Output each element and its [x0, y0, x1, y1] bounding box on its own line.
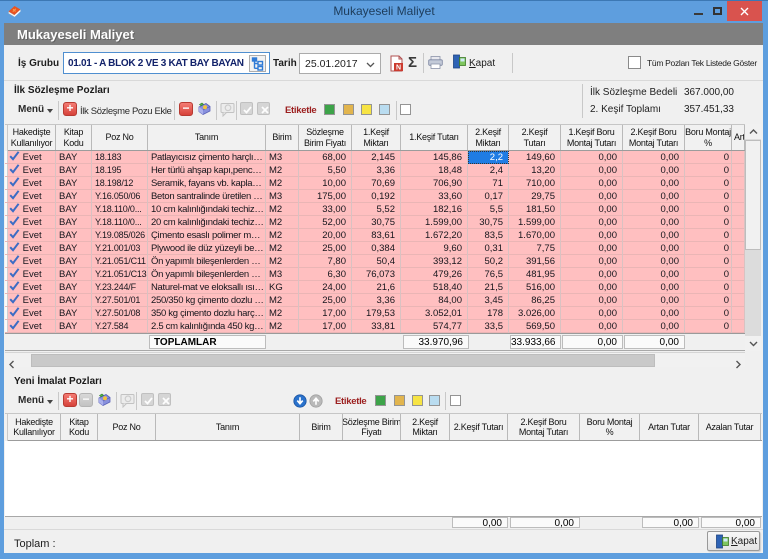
svg-text:N: N	[396, 65, 401, 72]
